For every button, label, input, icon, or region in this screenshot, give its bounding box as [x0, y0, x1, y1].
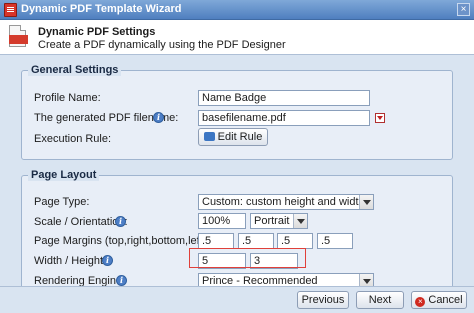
profile-name-input[interactable]: Name Badge — [198, 90, 370, 106]
cancel-icon: × — [415, 297, 426, 307]
pdf-document-icon — [9, 25, 28, 47]
scale-info-icon[interactable]: i — [115, 216, 126, 227]
next-button[interactable]: Next — [356, 291, 404, 309]
previous-button[interactable]: Previous — [297, 291, 349, 309]
cancel-label: Cancel — [428, 294, 463, 306]
orientation-value: Portrait — [254, 215, 290, 227]
size-info-icon[interactable]: i — [102, 255, 113, 266]
margin-right-input[interactable]: .5 — [238, 233, 274, 249]
engine-info-icon[interactable]: i — [116, 275, 127, 286]
margin-left-input[interactable]: .5 — [317, 233, 353, 249]
edit-rule-label: Edit Rule — [217, 131, 263, 143]
header-subtitle: Create a PDF dynamically using the PDF D… — [38, 39, 286, 51]
margin-top-input[interactable]: .5 — [198, 233, 234, 249]
chevron-down-icon — [293, 214, 307, 228]
scale-orientation-label: Scale / Orientation: — [34, 216, 128, 228]
window-title: Dynamic PDF Template Wizard — [21, 3, 182, 15]
page-type-value: Custom: custom height and width — [202, 196, 365, 208]
edit-rule-button[interactable]: Edit Rule — [198, 128, 268, 146]
page-type-select[interactable]: Custom: custom height and width — [198, 194, 374, 210]
chevron-down-icon — [359, 195, 373, 209]
header-title: Dynamic PDF Settings — [38, 26, 156, 38]
page-layout-legend: Page Layout — [28, 169, 100, 181]
general-settings-legend: General Settings — [28, 64, 122, 76]
filename-dropdown-icon[interactable] — [375, 113, 385, 123]
profile-name-label: Profile Name: — [34, 92, 101, 104]
window-titlebar: Dynamic PDF Template Wizard × — [0, 0, 474, 20]
page-layout-group: Page Layout Page Type: Custom: custom he… — [21, 169, 453, 295]
width-height-highlight — [189, 248, 306, 268]
orientation-select[interactable]: Portrait — [250, 213, 308, 229]
page-margins-label: Page Margins (top,right,bottom,left): — [34, 235, 210, 247]
execution-rule-label: Execution Rule: — [34, 133, 112, 145]
margin-bottom-input[interactable]: .5 — [277, 233, 313, 249]
general-settings-group: General Settings Profile Name: Name Badg… — [21, 64, 453, 160]
filename-info-icon[interactable]: i — [153, 112, 164, 123]
pdf-app-icon — [4, 3, 17, 17]
cancel-button[interactable]: × Cancel — [411, 291, 467, 309]
rule-icon — [203, 132, 215, 141]
pdf-filename-input[interactable]: basefilename.pdf — [198, 110, 370, 126]
wizard-footer: Previous Next × Cancel — [0, 286, 474, 313]
wizard-header: Dynamic PDF Settings Create a PDF dynami… — [0, 20, 474, 54]
close-icon[interactable]: × — [457, 3, 470, 16]
page-type-label: Page Type: — [34, 196, 90, 208]
width-height-label: Width / Height: — [34, 255, 107, 267]
scale-input[interactable]: 100% — [198, 213, 246, 229]
